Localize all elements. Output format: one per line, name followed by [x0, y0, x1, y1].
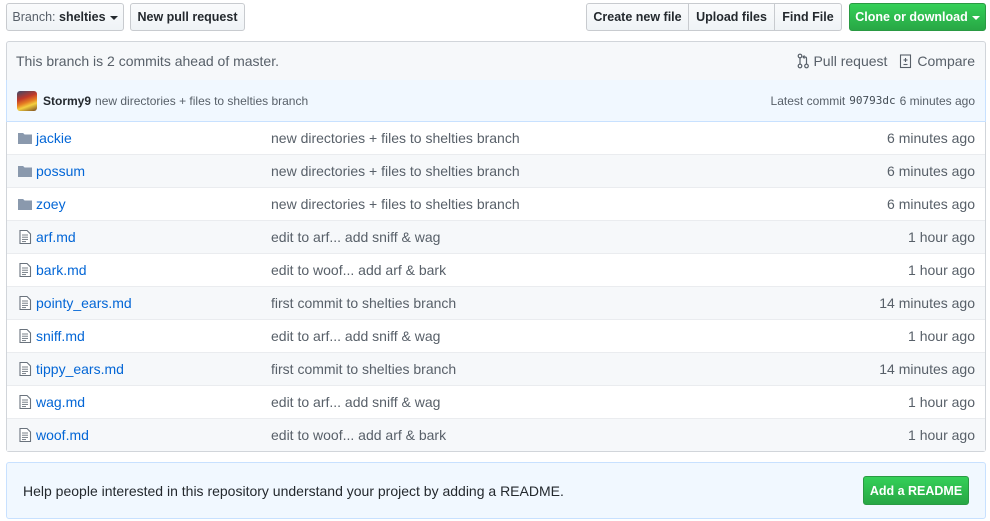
clone-or-download-button[interactable]: Clone or download	[849, 3, 986, 31]
commit-meta: Latest commit 90793dc 6 minutes ago	[771, 94, 975, 108]
clone-or-download-label: Clone or download	[855, 10, 968, 24]
file-commit-message-link[interactable]: edit to arf... add sniff & wag	[271, 394, 440, 410]
file-commit-message-link[interactable]: new directories + files to shelties bran…	[271, 130, 520, 146]
file-age: 1 hour ago	[908, 427, 975, 443]
branch-name-label: shelties	[59, 10, 106, 24]
file-age: 6 minutes ago	[887, 196, 975, 212]
pull-request-label: Pull request	[813, 53, 888, 69]
branch-prefix-label: Branch:	[12, 10, 56, 24]
create-new-file-button[interactable]: Create new file	[586, 3, 689, 31]
avatar[interactable]	[17, 90, 37, 111]
compare-link[interactable]: Compare	[899, 53, 975, 69]
file-row: zoey new directories + files to shelties …	[7, 187, 985, 220]
readme-prompt-text: Help people interested in this repositor…	[23, 482, 564, 499]
add-readme-button[interactable]: Add a README	[863, 476, 969, 505]
diff-icon	[900, 54, 912, 69]
file-name-link[interactable]: tippy_ears.md	[36, 361, 124, 377]
file-commit-message-link[interactable]: edit to arf... add sniff & wag	[271, 229, 440, 245]
file-list: jackie new directories + files to sheltie…	[6, 122, 986, 452]
file-text-icon	[17, 262, 33, 278]
commit-message-link[interactable]: new directories + files to shelties bran…	[95, 94, 308, 108]
file-row: woof.md edit to woof... add arf & bark 1 h…	[7, 418, 985, 451]
readme-prompt: Help people interested in this repositor…	[6, 462, 986, 519]
file-row: pointy_ears.md first commit to shelties b…	[7, 286, 985, 319]
compare-label: Compare	[917, 53, 975, 69]
file-age: 6 minutes ago	[887, 130, 975, 146]
commit-sha-link[interactable]: 90793dc	[849, 94, 895, 107]
file-text-icon	[17, 295, 33, 311]
file-name-link[interactable]: arf.md	[36, 229, 76, 245]
file-text-icon	[17, 229, 33, 245]
file-age: 6 minutes ago	[887, 163, 975, 179]
file-row: bark.md edit to woof... add arf & bark 1 h…	[7, 253, 985, 286]
file-commit-message-link[interactable]: first commit to shelties branch	[271, 361, 456, 377]
file-row: possum new directories + files to sheltie…	[7, 154, 985, 187]
folder-icon	[17, 130, 33, 146]
file-age: 14 minutes ago	[879, 361, 975, 377]
find-file-button[interactable]: Find File	[775, 3, 842, 31]
file-commit-message-link[interactable]: new directories + files to shelties bran…	[271, 163, 520, 179]
file-age: 1 hour ago	[908, 328, 975, 344]
file-name-link[interactable]: wag.md	[36, 394, 85, 410]
file-age: 1 hour ago	[908, 229, 975, 245]
file-name-link[interactable]: sniff.md	[36, 328, 85, 344]
pull-request-link[interactable]: Pull request	[797, 53, 887, 69]
file-commit-message-link[interactable]: new directories + files to shelties bran…	[271, 196, 520, 212]
file-row: jackie new directories + files to sheltie…	[7, 122, 985, 154]
latest-commit-label: Latest commit	[770, 93, 846, 108]
caret-down-icon	[109, 16, 118, 20]
file-row: tippy_ears.md first commit to shelties br…	[7, 352, 985, 385]
file-commit-message-link[interactable]: first commit to shelties branch	[271, 295, 456, 311]
branch-select-button[interactable]: Branch: shelties	[6, 3, 124, 31]
folder-icon	[17, 196, 33, 212]
file-commit-message-link[interactable]: edit to woof... add arf & bark	[271, 427, 446, 443]
file-row: wag.md edit to arf... add sniff & wag 1 ho…	[7, 385, 985, 418]
file-name-link[interactable]: jackie	[36, 130, 72, 146]
file-age: 1 hour ago	[908, 262, 975, 278]
file-text-icon	[17, 328, 33, 344]
file-commit-message-link[interactable]: edit to arf... add sniff & wag	[271, 328, 440, 344]
latest-commit-bar: Stormy9 new directories + files to shelt…	[6, 80, 986, 122]
file-text-icon	[17, 361, 33, 377]
file-name-link[interactable]: bark.md	[36, 262, 87, 278]
commit-age: 6 minutes ago	[899, 93, 975, 108]
upload-files-button[interactable]: Upload files	[689, 3, 775, 31]
file-text-icon	[17, 427, 33, 443]
file-age: 1 hour ago	[908, 394, 975, 410]
new-pull-request-button[interactable]: New pull request	[130, 3, 245, 31]
file-commit-message-link[interactable]: edit to woof... add arf & bark	[271, 262, 446, 278]
branch-ahead-text: This branch is 2 commits ahead of master…	[16, 53, 279, 69]
file-name-link[interactable]: possum	[36, 163, 85, 179]
file-row: arf.md edit to arf... add sniff & wag 1 ho…	[7, 220, 985, 253]
branch-actions: Pull request Compare	[797, 53, 975, 69]
caret-down-icon	[971, 16, 980, 20]
branch-infobar: This branch is 2 commits ahead of master…	[6, 41, 986, 81]
file-text-icon	[17, 394, 33, 410]
file-row: sniff.md edit to arf... add sniff & wag 1 …	[7, 319, 985, 352]
commit-author-link[interactable]: Stormy9	[43, 94, 91, 108]
file-name-link[interactable]: woof.md	[36, 427, 89, 443]
file-age: 14 minutes ago	[879, 295, 975, 311]
file-name-link[interactable]: zoey	[36, 196, 66, 212]
file-name-link[interactable]: pointy_ears.md	[36, 295, 132, 311]
git-pull-request-icon	[798, 53, 810, 69]
folder-icon	[17, 163, 33, 179]
